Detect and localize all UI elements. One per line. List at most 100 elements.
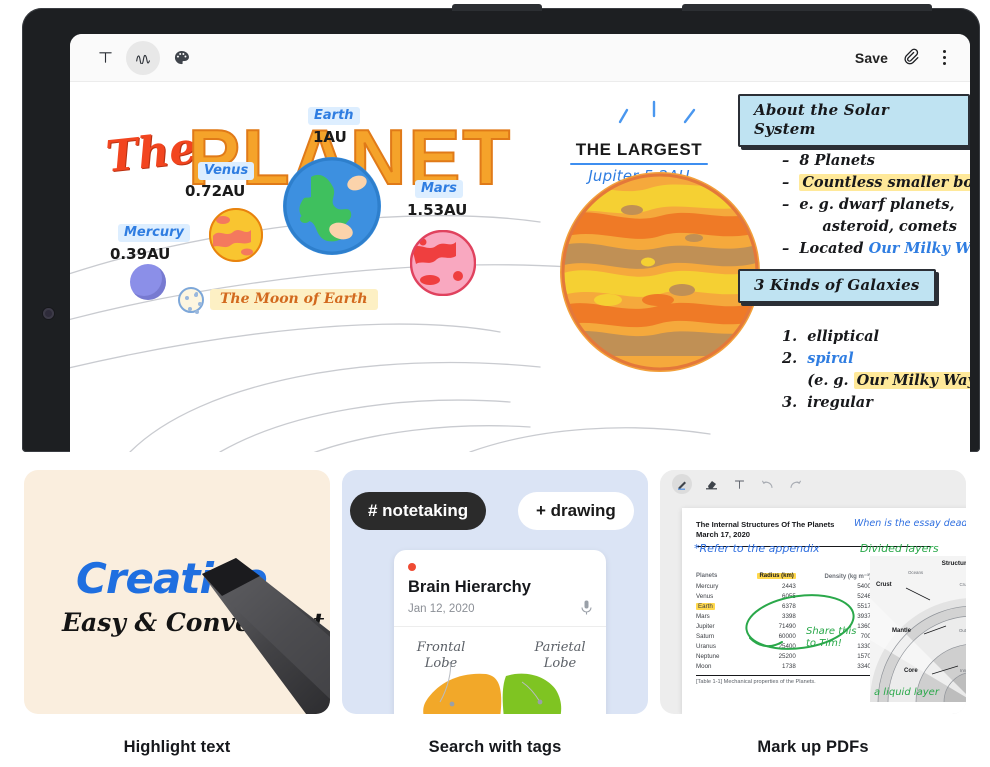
page-root: Save The PLANET THE LARGEST The Moon of …	[0, 0, 990, 767]
tag-notetaking[interactable]: # notetaking	[350, 492, 487, 530]
note-title-script: The	[103, 123, 199, 183]
list-item: 1. elliptical	[782, 328, 880, 345]
list-item: – Located Our Milky Way	[782, 240, 970, 258]
annotation-share-to-tim: Share this to Tim!	[806, 626, 857, 649]
planet-distance-earth: 1AU	[313, 128, 347, 146]
pdf-pen-button[interactable]	[672, 474, 692, 494]
note-color-dot	[408, 563, 416, 571]
earth-surface	[283, 157, 381, 255]
pdf-undo-button[interactable]	[758, 475, 776, 493]
pen-tool-button[interactable]	[126, 40, 160, 75]
figure-label-crust: Crust	[876, 582, 892, 588]
table-row: Mars 3398 3937	[696, 612, 871, 620]
mark-up-pdfs-card[interactable]: The Internal Structures Of The Planets M…	[660, 470, 966, 714]
undo-icon	[761, 480, 773, 488]
list-item: 3. iregular	[782, 394, 873, 412]
planet-cross-section-figure: Structure	[870, 556, 966, 702]
venus-surface	[209, 208, 263, 262]
pdf-redo-button[interactable]	[786, 475, 804, 493]
pdf-document-page[interactable]: The Internal Structures Of The Planets M…	[682, 508, 966, 714]
planet-label-venus: Venus	[198, 162, 255, 180]
layers-diagram	[870, 587, 966, 702]
palette-tool-button[interactable]	[164, 41, 198, 75]
annotation-essay-deadline: When is the essay dead	[854, 518, 966, 529]
figure-label-mantle: Mantle	[892, 628, 912, 634]
redo-icon	[789, 480, 801, 488]
figure-tiny-outer: Outer	[959, 628, 966, 633]
list-item: asteroid, comets	[822, 218, 957, 236]
power-button[interactable]	[682, 4, 932, 11]
highlight-text-card[interactable]: Creative Easy & Convenient	[24, 470, 330, 714]
list-item: 2. spiral	[782, 350, 854, 368]
planet-properties-table: Planets Radius (km) Density (kg m⁻³) Mer…	[696, 571, 871, 671]
note-canvas[interactable]: The PLANET THE LARGEST Jupiter 5.2AU The…	[70, 82, 970, 452]
feature-card-mark-up-pdfs: The Internal Structures Of The Planets M…	[660, 470, 966, 757]
figure-tiny-inner: Inner	[959, 668, 966, 673]
table-row: Venus 6055 5246	[696, 592, 871, 600]
card-caption: Mark up PDFs	[757, 738, 869, 756]
note-date: Jan 12, 2020	[408, 603, 475, 615]
planet-mars	[409, 229, 477, 297]
moon-label: The Moon of Earth	[210, 289, 378, 310]
largest-heading: THE LARGEST	[575, 140, 703, 159]
largest-underline	[570, 163, 708, 165]
pdf-eraser-button[interactable]	[702, 475, 720, 493]
planet-label-mars: Mars	[415, 180, 463, 198]
s-pen-stylus	[202, 558, 330, 714]
table-row: Moon 1738 3340	[696, 662, 871, 670]
planet-mercury	[130, 264, 166, 300]
kebab-dot	[943, 62, 946, 65]
mars-surface	[409, 229, 477, 297]
figure-title: Structure	[941, 560, 966, 567]
jupiter-surface	[561, 173, 759, 371]
note-box-heading: 3 Kinds of Galaxies	[754, 276, 920, 294]
annotation-liquid-layer: a liquid layer	[874, 687, 939, 698]
save-button[interactable]: Save	[855, 50, 888, 66]
feature-cards: Creative Easy & Convenient Highlight tex…	[0, 470, 990, 757]
pen-icon	[678, 481, 686, 490]
eraser-icon	[705, 481, 717, 490]
volume-button[interactable]	[452, 4, 542, 11]
note-box-galaxies: 3 Kinds of Galaxies	[738, 269, 936, 303]
list-item: – 8 Planets	[782, 152, 875, 169]
microphone-icon[interactable]	[581, 600, 592, 615]
planet-distance-venus: 0.72AU	[185, 182, 246, 200]
pdf-text-button[interactable]	[730, 475, 748, 493]
figure-tiny-crust: Crust	[959, 582, 967, 587]
note-box-solar-system: About the Solar System	[738, 94, 970, 147]
figure-tiny-oceans: Oceans	[908, 570, 924, 575]
paperclip-icon[interactable]	[904, 48, 921, 67]
brain-diagram	[423, 661, 562, 714]
planet-distance-mercury: 0.39AU	[110, 245, 171, 263]
search-with-tags-card[interactable]: # notetaking + drawing Brain Hierarchy J…	[342, 470, 648, 714]
planet-label-mercury: Mercury	[118, 224, 191, 242]
col-density: Density (kg m⁻³)	[824, 573, 871, 580]
col-planets: Planets	[696, 573, 718, 580]
more-options-button[interactable]	[937, 46, 952, 69]
card-caption: Search with tags	[428, 738, 562, 756]
note-tool-group	[88, 40, 198, 75]
table-header-row: Planets Radius (km) Density (kg m⁻³)	[696, 571, 871, 581]
pen-squiggle-icon	[135, 54, 150, 64]
col-radius: Radius (km)	[757, 573, 796, 580]
kebab-dot	[943, 50, 946, 53]
note-divider	[394, 626, 606, 627]
planet-venus	[209, 208, 263, 262]
pdf-toolbar	[660, 470, 966, 498]
text-T-icon	[734, 480, 744, 489]
note-preview-card[interactable]: Brain Hierarchy Jan 12, 2020 Frontal Lob…	[394, 550, 606, 714]
text-tool-button[interactable]	[88, 41, 122, 75]
note-box-heading: About the Solar System	[754, 101, 889, 138]
tag-drawing[interactable]: + drawing	[518, 492, 634, 530]
feature-card-search-with-tags: # notetaking + drawing Brain Hierarchy J…	[342, 470, 648, 757]
planet-earth	[283, 157, 381, 255]
table-row: Neptune 25200 1570	[696, 652, 871, 660]
list-item: – Countless smaller bodies	[782, 172, 970, 194]
planet-distance-mars: 1.53AU	[407, 201, 468, 219]
pdf-doc-date: March 17, 2020	[696, 530, 751, 540]
front-camera	[43, 308, 54, 319]
planet-jupiter	[560, 172, 760, 372]
tablet-device: Save The PLANET THE LARGEST The Moon of …	[22, 4, 980, 452]
annotation-divided-layers: Divided layers	[860, 542, 939, 555]
pdf-footnote: [Table 1-1] Mechanical properties of the…	[696, 675, 871, 685]
